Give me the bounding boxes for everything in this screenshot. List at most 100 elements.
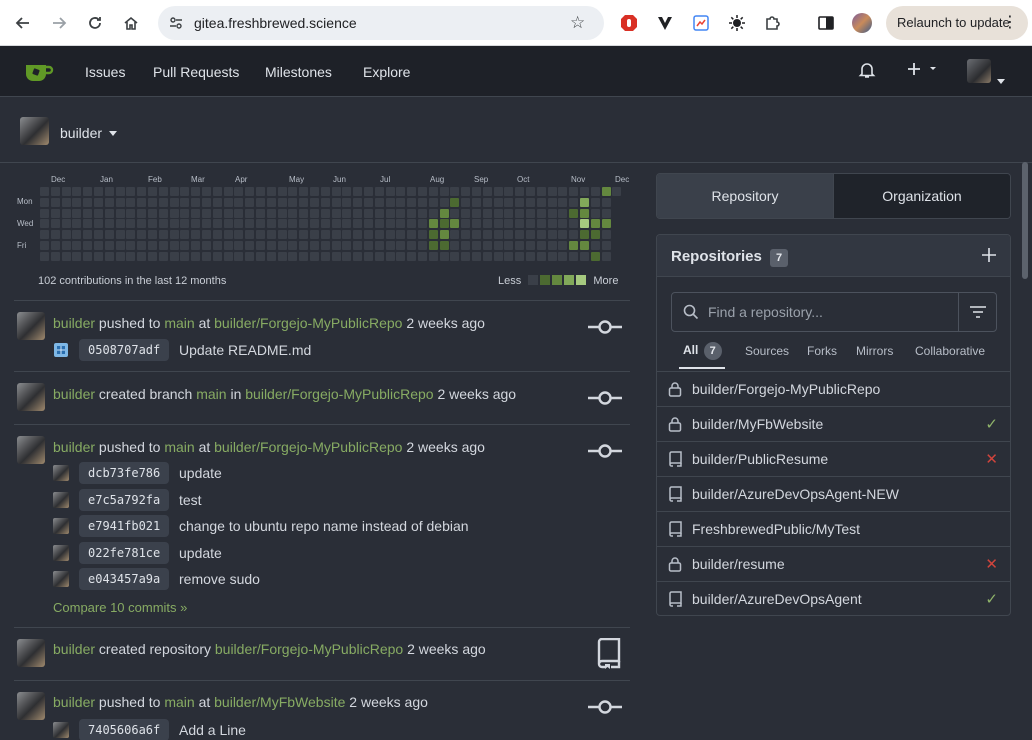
heatmap-cell[interactable] — [547, 230, 557, 240]
heatmap-cell[interactable] — [191, 230, 201, 240]
heatmap-cell[interactable] — [428, 187, 438, 196]
repository-link[interactable]: FreshbrewedPublic/MyTest — [692, 521, 860, 537]
heatmap-cell[interactable] — [526, 208, 535, 218]
heatmap-cell[interactable] — [493, 208, 503, 218]
heatmap-cell[interactable] — [374, 208, 384, 218]
heatmap-cell[interactable] — [569, 187, 579, 196]
heatmap-cell[interactable] — [94, 230, 103, 240]
committer-avatar[interactable] — [53, 722, 69, 738]
heatmap-cell[interactable] — [385, 251, 395, 261]
commit-sha-link[interactable]: 0508707adf — [79, 339, 170, 361]
heatmap-cell[interactable] — [223, 219, 233, 229]
heatmap-cell[interactable] — [396, 241, 406, 250]
heatmap-cell[interactable] — [158, 251, 168, 261]
heatmap-cell[interactable] — [590, 197, 600, 207]
heatmap-cell[interactable] — [50, 187, 60, 196]
heatmap-cell[interactable] — [40, 219, 49, 229]
heatmap-cell[interactable] — [472, 219, 481, 229]
heatmap-cell[interactable] — [461, 251, 471, 261]
heatmap-cell[interactable] — [223, 197, 233, 207]
heatmap-cell[interactable] — [580, 219, 589, 229]
heatmap-cell[interactable] — [396, 230, 406, 240]
heatmap-cell[interactable] — [245, 197, 255, 207]
heatmap-cell[interactable] — [590, 241, 600, 250]
heatmap-cell[interactable] — [40, 230, 49, 240]
heatmap-cell[interactable] — [482, 197, 492, 207]
heatmap-cell[interactable] — [612, 187, 622, 196]
actor-avatar[interactable] — [17, 383, 45, 411]
heatmap-cell[interactable] — [50, 208, 60, 218]
heatmap-cell[interactable] — [526, 241, 535, 250]
browser-menu-icon[interactable]: ⋮ — [1002, 6, 1018, 40]
vivaldi-extension-icon[interactable] — [654, 12, 676, 34]
heatmap-cell[interactable] — [320, 251, 330, 261]
heatmap-cell[interactable] — [601, 230, 611, 240]
heatmap-cell[interactable] — [353, 219, 363, 229]
heatmap-cell[interactable] — [364, 251, 373, 261]
heatmap-cell[interactable] — [580, 241, 589, 250]
heatmap-cell[interactable] — [148, 197, 157, 207]
site-settings-icon[interactable] — [168, 15, 184, 34]
heatmap-cell[interactable] — [115, 219, 125, 229]
heatmap-cell[interactable] — [299, 241, 309, 250]
heatmap-cell[interactable] — [191, 251, 201, 261]
heatmap-cell[interactable] — [299, 219, 309, 229]
heatmap-cell[interactable] — [83, 251, 93, 261]
heatmap-cell[interactable] — [223, 187, 233, 196]
heatmap-cell[interactable] — [515, 251, 525, 261]
heatmap-cell[interactable] — [245, 230, 255, 240]
heatmap-cell[interactable] — [569, 197, 579, 207]
heatmap-cell[interactable] — [72, 187, 82, 196]
sun-extension-icon[interactable] — [726, 12, 748, 34]
heatmap-cell[interactable] — [569, 219, 579, 229]
heatmap-cell[interactable] — [580, 251, 589, 261]
heatmap-cell[interactable] — [374, 197, 384, 207]
heatmap-cell[interactable] — [169, 230, 179, 240]
heatmap-cell[interactable] — [212, 187, 222, 196]
heatmap-cell[interactable] — [320, 208, 330, 218]
heatmap-cell[interactable] — [472, 251, 481, 261]
profile-avatar[interactable] — [851, 12, 873, 34]
heatmap-cell[interactable] — [40, 187, 49, 196]
heatmap-cell[interactable] — [126, 208, 136, 218]
heatmap-cell[interactable] — [234, 230, 244, 240]
heatmap-cell[interactable] — [547, 219, 557, 229]
heatmap-cell[interactable] — [180, 187, 190, 196]
heatmap-cell[interactable] — [331, 230, 341, 240]
heatmap-cell[interactable] — [191, 241, 201, 250]
heatmap-cell[interactable] — [472, 197, 481, 207]
heatmap-cell[interactable] — [202, 251, 211, 261]
page-scrollbar[interactable] — [1022, 162, 1028, 279]
actor-link[interactable]: builder — [53, 694, 95, 710]
heatmap-cell[interactable] — [461, 241, 471, 250]
heatmap-cell[interactable] — [342, 208, 352, 218]
heatmap-cell[interactable] — [158, 187, 168, 196]
heatmap-cell[interactable] — [266, 208, 276, 218]
heatmap-cell[interactable] — [137, 219, 147, 229]
filter-button[interactable] — [958, 293, 997, 331]
heatmap-cell[interactable] — [148, 187, 157, 196]
heatmap-cell[interactable] — [353, 208, 363, 218]
heatmap-cell[interactable] — [277, 197, 287, 207]
heatmap-cell[interactable] — [104, 187, 114, 196]
heatmap-cell[interactable] — [342, 230, 352, 240]
heatmap-cell[interactable] — [558, 241, 568, 250]
heatmap-cell[interactable] — [115, 187, 125, 196]
heatmap-cell[interactable] — [212, 251, 222, 261]
heatmap-cell[interactable] — [212, 219, 222, 229]
heatmap-cell[interactable] — [40, 241, 49, 250]
heatmap-cell[interactable] — [50, 251, 60, 261]
heatmap-cell[interactable] — [137, 187, 147, 196]
heatmap-cell[interactable] — [364, 219, 373, 229]
heatmap-cell[interactable] — [148, 208, 157, 218]
heatmap-cell[interactable] — [266, 197, 276, 207]
heatmap-cell[interactable] — [245, 251, 255, 261]
commit-sha-link[interactable]: 7405606a6f — [79, 719, 170, 740]
heatmap-cell[interactable] — [515, 197, 525, 207]
heatmap-cell[interactable] — [385, 187, 395, 196]
heatmap-cell[interactable] — [418, 208, 427, 218]
repository-link[interactable]: builder/PublicResume — [692, 451, 828, 467]
heatmap-cell[interactable] — [450, 251, 460, 261]
heatmap-cell[interactable] — [515, 208, 525, 218]
heatmap-cell[interactable] — [245, 187, 255, 196]
